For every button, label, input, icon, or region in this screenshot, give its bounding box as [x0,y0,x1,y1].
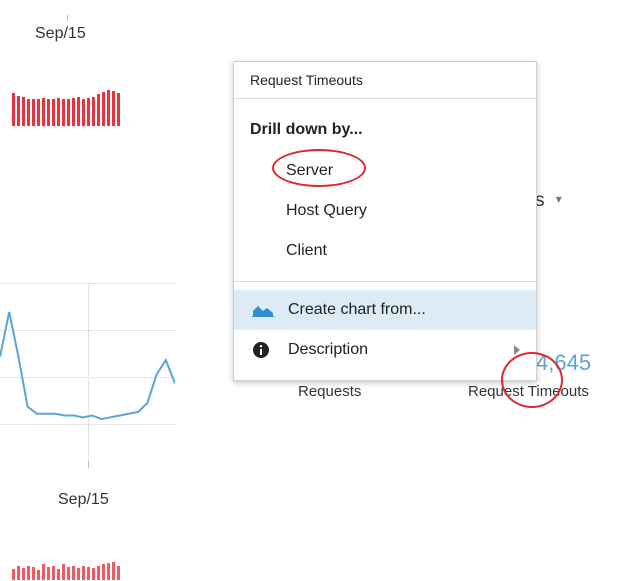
bar [37,99,40,126]
partial-header[interactable]: s ▾ [535,190,562,212]
bar [67,99,70,126]
description-label: Description [288,341,369,358]
caret-down-icon: ▾ [555,192,562,206]
bar [62,99,65,126]
bar [62,564,65,580]
bottom-bar-strip [12,560,120,580]
bar [57,569,60,580]
bar [107,90,110,126]
bar [17,566,20,580]
bar [77,568,80,580]
drill-down-heading: Drill down by... [250,121,363,138]
bar [87,98,90,126]
bar [22,97,25,126]
top-bar-strip [12,86,120,126]
bar [92,97,95,126]
bar [117,93,120,126]
top-date-label: Sep/15 [35,25,86,42]
menu-item-description[interactable]: Description [234,330,536,370]
bottom-date-label: Sep/15 [58,491,109,508]
bar [27,566,30,580]
bottom-date-tick [88,461,89,467]
menu-item-host-query[interactable]: Host Query [234,191,536,231]
bar [102,564,105,580]
bar [82,566,85,580]
bar [22,568,25,580]
annotation-circle-server [272,149,366,187]
bar [42,98,45,126]
top-date-tick [67,15,68,21]
create-chart-label: Create chart from... [288,301,426,318]
bar [67,567,70,580]
bar [102,92,105,126]
bar [12,93,15,126]
bar [12,569,15,580]
bar [97,566,100,580]
area-chart-icon [252,306,274,317]
line-chart [0,311,175,421]
menu-item-client[interactable]: Client [234,231,536,271]
bar [37,570,40,580]
bar [77,97,80,126]
bar [72,566,75,580]
menu-item-create-chart[interactable]: Create chart from... [234,290,536,330]
bar [47,99,50,126]
bar [32,567,35,580]
info-circle-icon [253,342,269,358]
bar [72,98,75,126]
bar [52,99,55,126]
bar [32,99,35,126]
bar [112,91,115,126]
annotation-circle-timeouts [501,352,563,408]
bar [107,563,110,580]
requests-label: Requests [298,383,362,400]
bar [117,566,120,580]
bar [87,567,90,580]
bar [57,98,60,126]
bar [92,568,95,580]
bar [112,562,115,580]
line-series [0,311,175,421]
bar [97,94,100,126]
bar [27,99,30,126]
bar [82,99,85,126]
bar [47,567,50,580]
menu-divider [234,281,536,282]
bar [42,564,45,580]
bar [52,566,55,580]
menu-title: Request Timeouts [234,62,536,99]
bar [17,96,20,126]
context-menu: Request Timeouts Drill down by... Server… [233,61,537,381]
